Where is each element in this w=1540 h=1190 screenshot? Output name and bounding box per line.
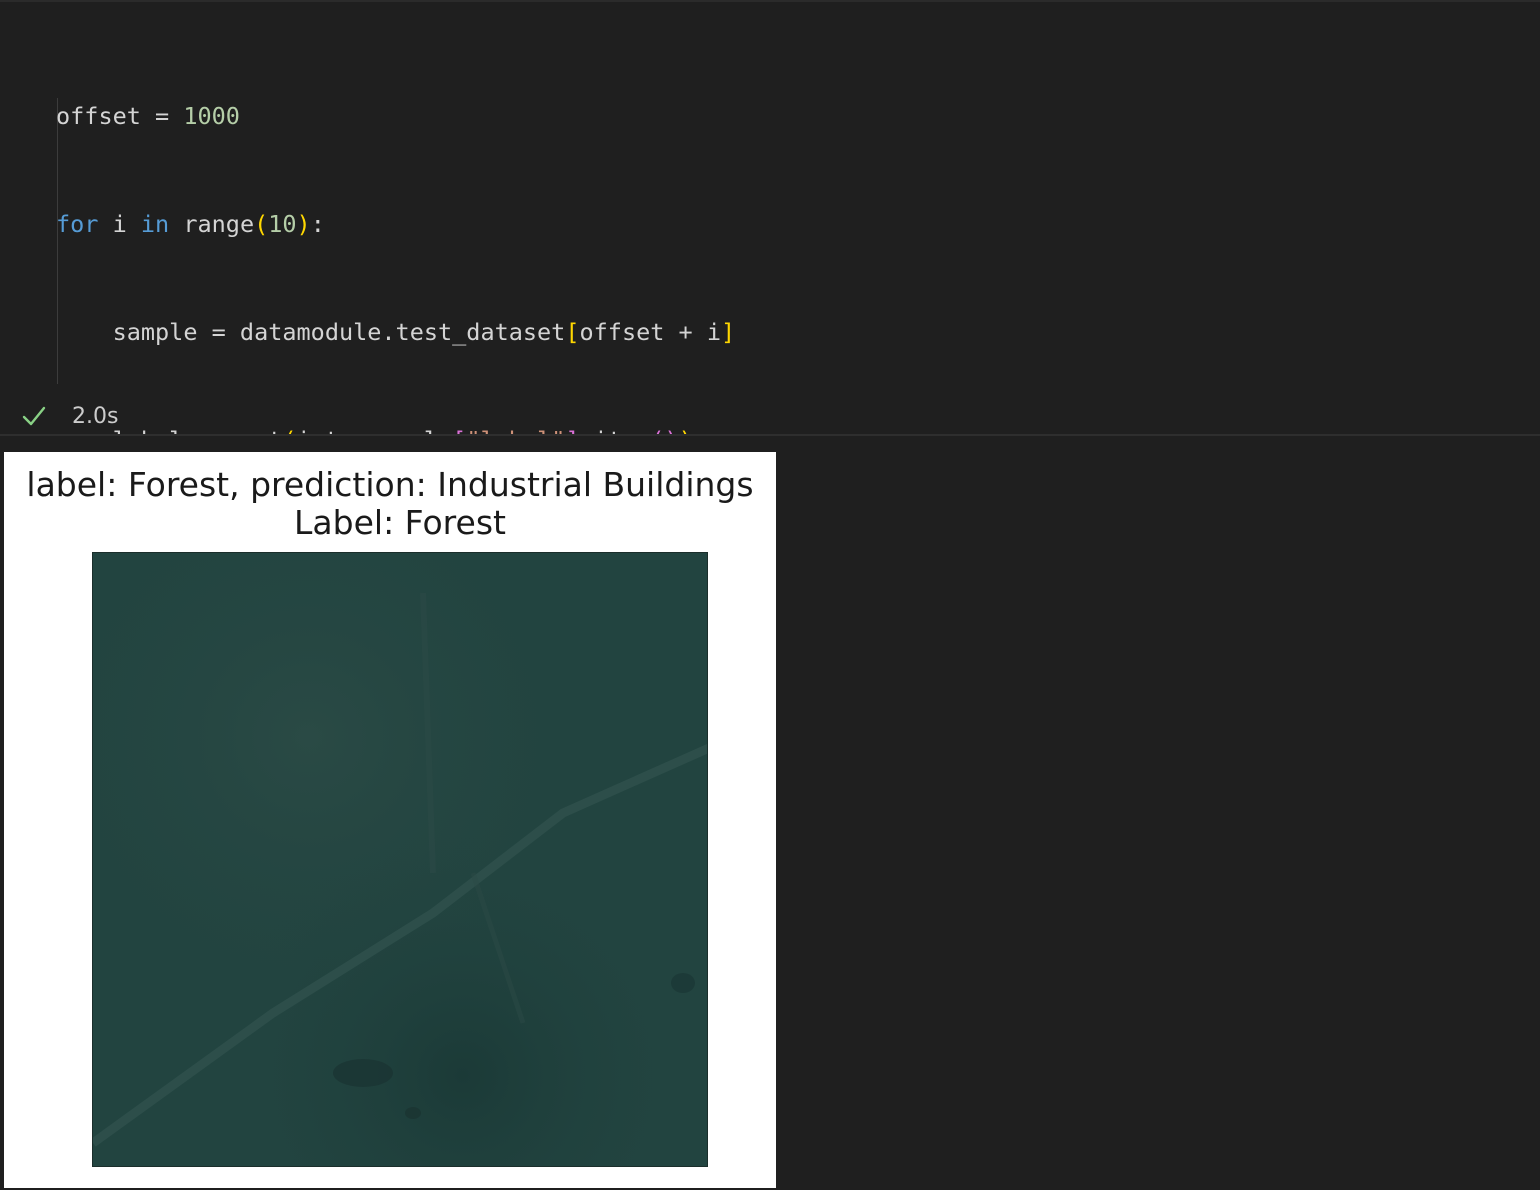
token: 1000 [183,102,240,130]
token: in [140,210,170,238]
code-cell[interactable]: offset = 1000 for i in range(10): sample… [0,0,1540,1102]
token: offset = [56,102,184,130]
satellite-image [92,552,708,1167]
token: 10 [268,210,297,238]
execution-time: 2.0s [72,403,119,429]
code-line-1: offset = 1000 [56,98,1499,134]
axes-title: Label: Forest [294,503,506,542]
code-line-3: sample = datamodule.test_dataset[offset … [56,314,1499,350]
execution-status: 2.0s [20,398,118,434]
token: offset + i [579,318,721,346]
token: sample = datamodule.test_dataset [56,318,566,346]
token: range [169,210,255,238]
token: : [310,210,325,238]
token: for [56,210,99,238]
cell-output: label: Forest, prediction: Industrial Bu… [0,436,1540,1190]
figure-suptitle: label: Forest, prediction: Industrial Bu… [26,465,754,504]
token: ) [296,210,311,238]
token: ] [720,318,736,346]
token: i [98,210,141,238]
token: ( [254,210,269,238]
code-line-2: for i in range(10): [56,206,1499,242]
token: [ [565,318,580,346]
matplotlib-figure: label: Forest, prediction: Industrial Bu… [4,452,776,1188]
check-icon [20,402,48,430]
